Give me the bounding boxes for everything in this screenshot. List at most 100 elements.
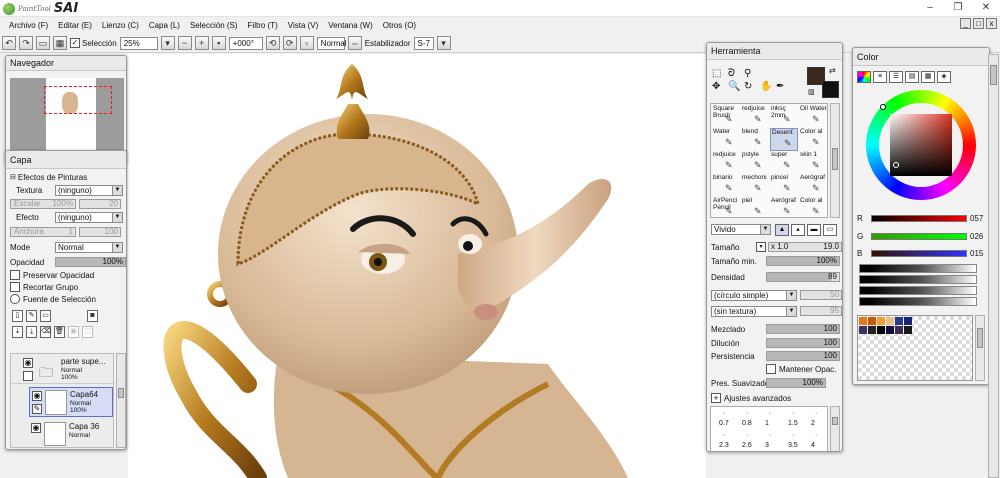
new-folder-icon[interactable]: ▭ — [40, 310, 51, 322]
color-swatch[interactable] — [904, 317, 912, 325]
drawing-canvas[interactable] — [128, 54, 706, 478]
visibility-eye-icon[interactable]: ◉ — [32, 391, 42, 401]
move-icon[interactable]: ✥ — [712, 81, 726, 92]
color-wheel-mode-icon[interactable] — [857, 71, 871, 83]
stabilizer-field[interactable]: S-7 — [413, 36, 434, 50]
layer-item[interactable]: ◉ Capa 36 Normal — [29, 420, 113, 448]
menu-ventana[interactable]: Ventana (W) — [323, 21, 377, 30]
brush-slot[interactable]: inksç 2mm ✎ — [770, 105, 798, 128]
tip-size-dot-icon[interactable]: · — [815, 432, 817, 439]
menu-filtro[interactable]: Filtro (T) — [243, 21, 283, 30]
dropdown-arrow-icon[interactable]: ▼ — [112, 213, 122, 222]
rotate-left-icon[interactable]: ⟲ — [265, 36, 280, 50]
tip-size-dot-icon[interactable]: · — [723, 410, 725, 417]
mixer-bar[interactable] — [859, 275, 977, 284]
tip-size-value[interactable]: 2 — [811, 420, 815, 427]
blue-slider[interactable] — [871, 249, 967, 257]
brush-slot[interactable]: Aerógraf ✎ — [799, 174, 827, 197]
mode-select[interactable]: Normal ▼ — [55, 242, 123, 253]
tip-size-dot-icon[interactable]: · — [769, 432, 771, 439]
transparent-color-icon[interactable]: ▨ — [808, 88, 815, 96]
minimize-button[interactable]: – — [916, 0, 944, 16]
menu-seleccion[interactable]: Selección (S) — [185, 21, 243, 30]
min-size-slider[interactable]: 100% — [766, 256, 840, 266]
selection-source-radio[interactable] — [10, 294, 20, 304]
tip-soft-icon[interactable]: ▬ — [807, 224, 821, 236]
close-button[interactable]: ✕ — [972, 0, 1000, 16]
swatch-scrollbar[interactable] — [975, 315, 985, 381]
dropdown-arrow-icon[interactable]: ▼ — [112, 243, 122, 252]
delete-layer-icon[interactable]: 🗑 — [54, 326, 65, 338]
swatches-mode-icon[interactable]: ▦ — [921, 71, 935, 83]
blending-slider[interactable]: 100 — [766, 324, 840, 334]
color-swatch[interactable] — [868, 317, 876, 325]
visibility-eye-icon[interactable]: ◉ — [31, 423, 41, 433]
deselect-icon[interactable]: ▭ — [36, 36, 50, 50]
opacity-slider[interactable]: 100% — [54, 257, 126, 267]
green-slider[interactable] — [871, 232, 967, 240]
brush-slot[interactable]: Aerógraf ✎ — [770, 197, 798, 220]
tip-size-value[interactable]: 1 — [765, 420, 769, 427]
tip-size-value[interactable]: 3 — [765, 442, 769, 449]
blend-mode-field[interactable]: Normal — [316, 36, 346, 50]
apply-mask-icon[interactable]: ▣ — [68, 326, 79, 338]
color-swatch[interactable] — [886, 326, 894, 334]
tip-size-value[interactable]: 0.8 — [742, 420, 752, 427]
tip-flat-icon[interactable]: ▭ — [823, 224, 837, 236]
brush-slot[interactable]: pincel ✎ — [770, 174, 798, 197]
new-layer-icon[interactable]: ▯ — [12, 310, 23, 322]
layer-mask-icon[interactable]: ◙ — [87, 310, 98, 322]
brush-shape-select[interactable]: Vivido ▼ — [711, 224, 771, 235]
brush-slot[interactable]: Color al ✎ — [799, 128, 827, 151]
scratchpad-mode-icon[interactable]: ◈ — [937, 71, 951, 83]
brush-slot[interactable]: piel ✎ — [741, 197, 769, 220]
clip-group-checkbox[interactable] — [10, 282, 20, 292]
layer-list-scrollbar[interactable] — [116, 353, 126, 448]
swap-colors-icon[interactable]: ⇄ — [829, 66, 836, 75]
color-swatch[interactable] — [859, 317, 867, 325]
brush-slot[interactable]: pstyle ✎ — [741, 151, 769, 174]
scale-slider[interactable]: Escalar 100% — [10, 198, 76, 209]
zoom-in-icon[interactable]: + — [194, 36, 209, 50]
brush-slot[interactable]: Square Brush ✎ — [712, 105, 740, 128]
layer-item-selected[interactable]: ◉ ✎ Capa64 Normal 100% — [29, 387, 113, 417]
menu-lienzo[interactable]: Lienzo (C) — [97, 21, 144, 30]
mixer-bar[interactable] — [859, 264, 977, 273]
rect-select-icon[interactable]: ⬚ — [712, 68, 726, 79]
width-slider-2[interactable]: 100 — [79, 226, 121, 237]
layer-scroll-thumb[interactable] — [118, 388, 124, 398]
tip-size-value[interactable]: 2.6 — [742, 442, 752, 449]
brush-slot[interactable]: binario ✎ — [712, 174, 740, 197]
effect-select[interactable]: (ninguno) ▼ — [55, 212, 123, 223]
tip-shape-strength[interactable]: 50 — [800, 290, 842, 300]
keep-opacity-row[interactable]: Mantener Opac. — [762, 363, 836, 375]
selection-source-row[interactable]: Fuente de Selección — [6, 293, 126, 305]
doc-restore-button[interactable]: □ — [973, 18, 984, 29]
color-swatch[interactable] — [877, 317, 885, 325]
brush-slot[interactable]: skin 1 ✎ — [799, 151, 827, 174]
brush-slot[interactable]: AirPenci Pencil ✎ — [712, 197, 740, 220]
lasso-icon[interactable]: ᘐ — [728, 68, 742, 79]
color-swatch[interactable] — [868, 326, 876, 334]
scale-slider-2[interactable]: 20 — [79, 198, 121, 209]
selection-checkbox-icon[interactable]: ✓ — [70, 38, 80, 48]
menu-archivo[interactable]: Archivo (F) — [4, 21, 53, 30]
tip-size-value[interactable]: 0.7 — [719, 420, 729, 427]
zoom-out-icon[interactable]: − — [177, 36, 192, 50]
mixer-bar[interactable] — [859, 286, 977, 295]
rotate-reset-icon[interactable]: ▫ — [299, 36, 314, 50]
tip-size-dot-icon[interactable]: · — [723, 432, 725, 439]
menu-capa[interactable]: Capa (L) — [144, 21, 185, 30]
undo-icon[interactable]: ↶ — [2, 36, 16, 50]
brush-texture-strength[interactable]: 95 — [800, 306, 842, 316]
density-slider[interactable]: 89 — [766, 272, 840, 282]
tip-size-value[interactable]: 1.5 — [788, 420, 798, 427]
color-swatch[interactable] — [859, 326, 867, 334]
magic-wand-icon[interactable]: ⚲ — [744, 68, 758, 79]
rgb-sliders-mode-icon[interactable]: ≡ — [873, 71, 887, 83]
brush-slot[interactable]: Water ✎ — [712, 128, 740, 151]
tip-size-dot-icon[interactable]: · — [815, 410, 817, 417]
hand-icon[interactable]: ✋ — [760, 81, 774, 92]
menu-editar[interactable]: Editar (E) — [53, 21, 97, 30]
tip-size-value[interactable]: 3.5 — [788, 442, 798, 449]
